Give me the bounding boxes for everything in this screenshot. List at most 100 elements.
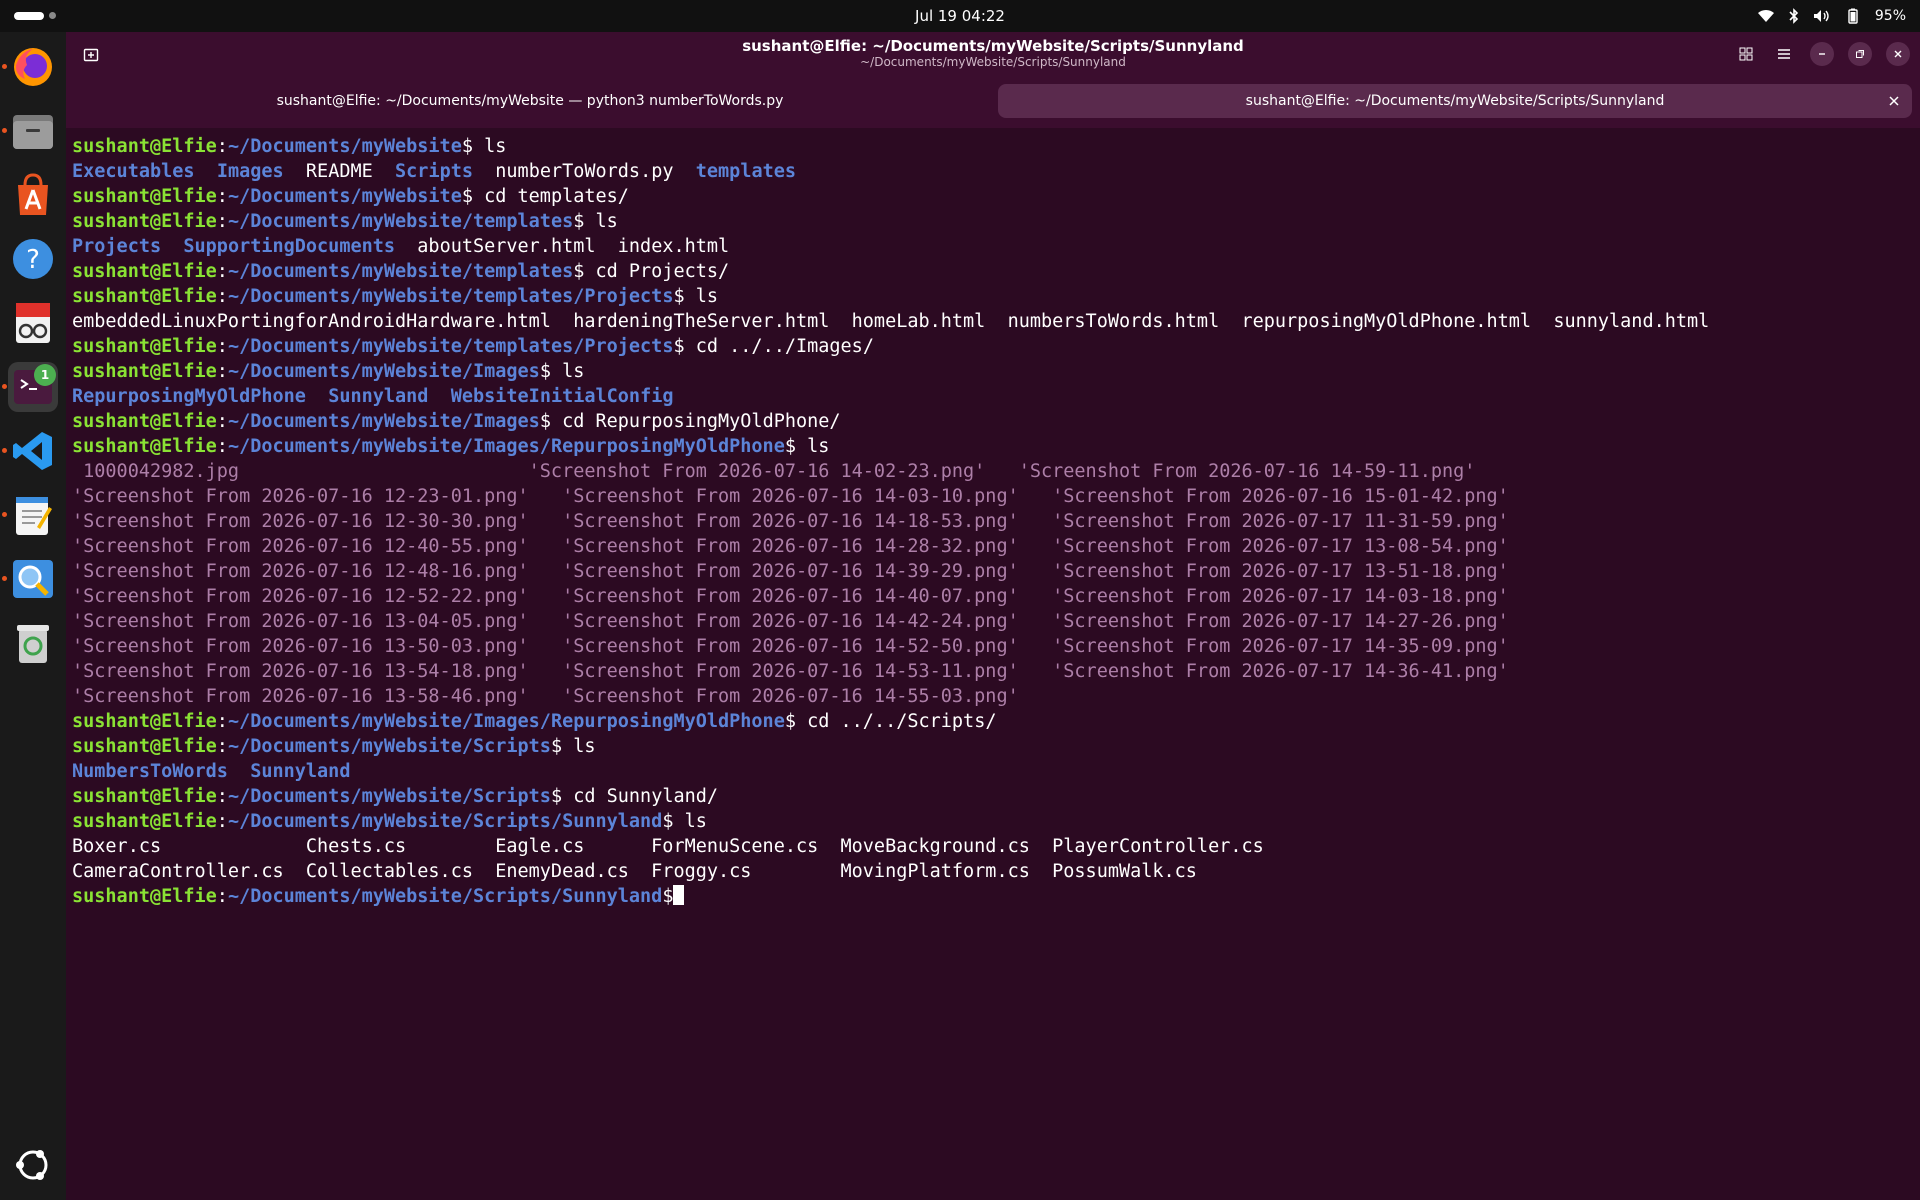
prompt-command: cd templates/ [472,186,629,207]
output-line: Executables Images README Scripts number… [72,159,1916,184]
prompt-path: ~/Documents/myWebsite/Images [227,361,540,382]
running-indicator [2,128,7,133]
prompt-line: sushant@Elfie:~/Documents/myWebsite$ ls [72,136,507,157]
vscode-icon [13,432,52,470]
files-icon [13,115,53,149]
prompt-command: ls [795,436,830,457]
bluetooth-icon [1789,8,1799,24]
text-cursor [673,885,685,905]
output-line: 'Screenshot From 2026-07-16 12-40-55.png… [72,534,1916,559]
grid-icon [1739,47,1753,61]
directory-entry: RepurposingMyOldPhone [72,386,306,407]
running-indicator [2,448,7,453]
notification-badge: 1 [34,364,56,386]
menu-button[interactable] [1772,42,1796,66]
prompt-path: ~/Documents/myWebsite/templates/Projects [227,286,674,307]
prompt-user: sushant@Elfie [72,811,217,832]
output-line: 'Screenshot From 2026-07-16 12-23-01.png… [72,484,1916,509]
show-apps-icon [16,1150,48,1180]
directory-entry: SupportingDocuments [183,236,396,257]
output-line: 'Screenshot From 2026-07-16 13-54-18.png… [72,659,1916,684]
image-viewer-icon [13,560,53,598]
prompt-path: ~/Documents/myWebsite [227,136,462,157]
prompt-user: sushant@Elfie [72,211,217,232]
dock: ? 1 [0,32,67,1200]
image-file-entry: 'Screenshot From 2026-07-16 13-50-03.png… [72,636,1509,657]
maximize-button[interactable] [1848,42,1872,66]
prompt-user: sushant@Elfie [72,436,217,457]
title-bar[interactable]: sushant@Elfie: ~/Documents/myWebsite/Scr… [66,32,1920,78]
clock[interactable]: Jul 19 04:22 [915,7,1005,25]
activities-indicator[interactable] [14,12,56,20]
dock-trash[interactable] [8,618,58,668]
tab-numbertowords[interactable]: sushant@Elfie: ~/Documents/myWebsite — p… [66,84,994,118]
restore-icon [1856,50,1864,58]
close-button[interactable] [1886,42,1910,66]
prompt-path: ~/Documents/myWebsite [227,186,462,207]
prompt-line: sushant@Elfie:~/Documents/myWebsite$ cd … [72,186,629,207]
dock-terminal[interactable]: 1 [2,362,58,412]
svg-text:?: ? [26,245,40,275]
prompt-user: sushant@Elfie [72,886,217,907]
dock-text-editor[interactable] [2,490,58,540]
directory-entry: Projects [72,236,162,257]
output-line: RepurposingMyOldPhone Sunnyland WebsiteI… [72,384,1916,409]
prompt-command: ls [472,136,507,157]
prompt-command: ls [550,361,585,382]
prompt-line: sushant@Elfie:~/Documents/myWebsite/temp… [72,211,618,232]
directory-entry: Images [216,161,284,182]
running-indicator [2,64,7,69]
tab-overview-button[interactable] [1734,42,1758,66]
workspace-dot-icon [49,12,56,19]
close-icon [1889,96,1899,106]
prompt-path: ~/Documents/myWebsite/Scripts [227,786,551,807]
image-file-entry: 'Screenshot From 2026-07-16 13-54-18.png… [72,661,1509,682]
system-tray[interactable]: 95% [1757,0,1906,32]
prompt-line: sushant@Elfie:~/Documents/myWebsite/Scri… [72,736,596,757]
prompt-user: sushant@Elfie [72,261,217,282]
file-entry: embeddedLinuxPortingforAndroidHardware.h… [72,311,1710,332]
file-entry [428,386,450,407]
prompt-path: ~/Documents/myWebsite/Images/Repurposing… [227,436,785,457]
directory-entry: NumbersToWords [72,761,228,782]
prompt-command: cd RepurposingMyOldPhone/ [550,411,841,432]
file-entry [195,161,217,182]
dock-help[interactable]: ? [8,234,58,284]
terminal-output[interactable]: sushant@Elfie:~/Documents/myWebsite$ ls E… [72,128,1916,1194]
file-entry: README [283,161,396,182]
image-file-entry: 'Screenshot From 2026-07-16 13-58-46.png… [72,686,1019,707]
dock-vscode[interactable] [2,426,58,476]
volume-icon [1813,9,1831,23]
text-editor-icon [16,497,52,535]
battery-icon [1845,8,1861,24]
file-entry [228,761,250,782]
prompt-line: sushant@Elfie:~/Documents/myWebsite/Scri… [72,811,707,832]
dock-image-viewer[interactable] [2,554,58,604]
prompt-command: cd Projects/ [584,261,730,282]
tab-bar: sushant@Elfie: ~/Documents/myWebsite — p… [66,78,1920,128]
dock-document-viewer[interactable] [8,298,58,348]
prompt-path: ~/Documents/myWebsite/templates [227,211,574,232]
dock-files[interactable] [2,106,58,156]
dock-app-center[interactable] [8,170,58,220]
prompt-line: sushant@Elfie:~/Documents/myWebsite/temp… [72,261,730,282]
directory-entry: WebsiteInitialConfig [450,386,674,407]
file-entry: aboutServer.html index.html [395,236,730,257]
prompt-user: sushant@Elfie [72,411,217,432]
dock-firefox[interactable] [2,42,58,92]
minimize-button[interactable] [1810,42,1834,66]
output-line: CameraController.cs Collectables.cs Enem… [72,859,1916,884]
tab-label: sushant@Elfie: ~/Documents/myWebsite — p… [276,93,784,109]
prompt-path: ~/Documents/myWebsite/templates [227,261,574,282]
app-center-icon [18,173,48,215]
output-line: Projects SupportingDocuments aboutServer… [72,234,1916,259]
prompt-command: ls [584,211,618,232]
prompt-command: ls [673,811,707,832]
tab-close-button[interactable] [1886,93,1902,109]
top-bar: Jul 19 04:22 95% [0,0,1920,32]
prompt-path: ~/Documents/myWebsite/templates/Projects [227,336,674,357]
hamburger-icon [1778,49,1790,59]
dock-show-apps[interactable] [8,1140,58,1190]
tab-sunnyland[interactable]: sushant@Elfie: ~/Documents/myWebsite/Scr… [998,84,1912,118]
close-icon [1894,50,1902,58]
